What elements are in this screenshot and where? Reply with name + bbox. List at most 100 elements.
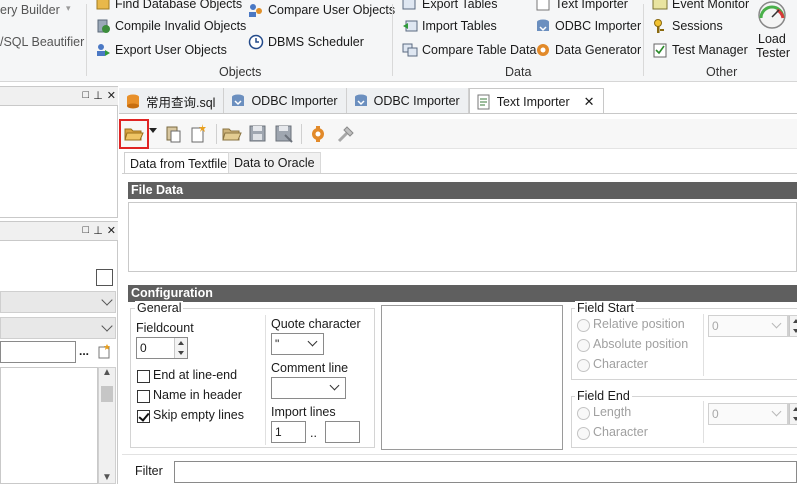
file-data-area[interactable] bbox=[128, 202, 797, 272]
more-button[interactable]: ... bbox=[79, 344, 89, 358]
field-start-divider bbox=[703, 314, 704, 376]
left-panel-filter-input[interactable] bbox=[0, 341, 76, 363]
end-character-label: Character bbox=[593, 425, 648, 439]
save-button[interactable] bbox=[247, 123, 269, 145]
plsql-beautifier-button[interactable]: /SQL Beautifier bbox=[0, 32, 84, 52]
general-column-divider bbox=[265, 315, 266, 445]
general-group-title: General bbox=[135, 301, 184, 315]
test-manager-button[interactable]: Test Manager bbox=[652, 40, 748, 60]
tab-data-from-textfile[interactable]: Data from Textfile bbox=[124, 152, 234, 174]
clock-icon bbox=[248, 34, 264, 50]
tab-label: ODBC Importer bbox=[251, 94, 338, 108]
event-monitor-label: Event Monitor bbox=[672, 0, 750, 11]
left-panel-scrollbar[interactable]: ▲ ▼ bbox=[98, 367, 116, 484]
import-config-button[interactable] bbox=[307, 123, 329, 145]
open-file-button[interactable] bbox=[119, 119, 149, 149]
odbc-importer-icon bbox=[230, 93, 246, 109]
field-end-value-select[interactable]: 0 bbox=[708, 403, 788, 425]
left-panel-combo-1[interactable] bbox=[0, 291, 116, 313]
compare-table-data-button[interactable]: Compare Table Data bbox=[402, 40, 536, 60]
import-lines-to-input[interactable] bbox=[325, 421, 360, 443]
field-list[interactable] bbox=[381, 305, 563, 450]
field-start-spinner[interactable] bbox=[788, 315, 797, 337]
left-panel-content-top bbox=[0, 106, 118, 218]
absolute-position-radio[interactable] bbox=[577, 339, 590, 352]
tab-label: 常用查询.sql bbox=[146, 95, 216, 110]
end-at-line-end-checkbox[interactable] bbox=[137, 370, 150, 383]
field-end-spinner[interactable] bbox=[788, 403, 797, 425]
open-folder-button[interactable] bbox=[221, 123, 243, 145]
skip-empty-lines-checkbox[interactable] bbox=[137, 410, 150, 423]
pin-icon[interactable]: ⊥ bbox=[93, 224, 103, 237]
paste-button[interactable] bbox=[163, 123, 185, 145]
fieldcount-spinner[interactable]: 0 bbox=[136, 337, 188, 359]
end-character-radio[interactable] bbox=[577, 427, 590, 440]
chevron-down-icon: ▾ bbox=[66, 3, 71, 13]
tab-data-to-oracle[interactable]: Data to Oracle bbox=[228, 152, 321, 174]
compile-invalid-objects-button[interactable]: Compile Invalid Objects bbox=[95, 16, 246, 36]
text-importer-icon bbox=[476, 94, 492, 110]
panel-controls: □ ⊥ ✕ bbox=[83, 224, 116, 237]
sessions-icon bbox=[652, 18, 668, 34]
tab-odbc-importer-2[interactable]: ODBC Importer bbox=[346, 88, 469, 114]
comment-line-select[interactable] bbox=[271, 377, 346, 399]
close-icon[interactable]: ✕ bbox=[107, 224, 116, 237]
sessions-label: Sessions bbox=[672, 19, 723, 33]
pin-icon[interactable]: ⊥ bbox=[93, 89, 103, 102]
plsql-beautifier-label: /SQL Beautifier bbox=[0, 35, 85, 49]
restore-icon[interactable]: □ bbox=[83, 224, 90, 237]
scroll-up-icon[interactable]: ▲ bbox=[102, 367, 112, 378]
left-panel-combo-2[interactable] bbox=[0, 317, 116, 339]
chevron-down-icon bbox=[329, 380, 340, 391]
spinner-arrows-icon[interactable] bbox=[789, 316, 797, 336]
query-builder-button[interactable]: ery Builder bbox=[0, 0, 60, 20]
left-panel-checkbox[interactable] bbox=[96, 269, 113, 286]
load-tester-button[interactable]: Load Tester bbox=[752, 0, 792, 62]
text-importer-button[interactable]: Text Importer bbox=[535, 0, 628, 14]
name-in-header-checkbox[interactable] bbox=[137, 390, 150, 403]
query-builder-label: ery Builder bbox=[0, 3, 60, 17]
import-lines-from-input[interactable]: 1 bbox=[271, 421, 306, 443]
compare-user-objects-button[interactable]: Compare User Objects bbox=[248, 0, 395, 20]
spinner-arrows-icon[interactable] bbox=[174, 338, 187, 358]
restore-icon[interactable]: □ bbox=[83, 89, 90, 102]
dropdown-arrow-icon[interactable] bbox=[149, 128, 157, 137]
tab-text-importer[interactable]: Text Importer ✕ bbox=[468, 88, 604, 114]
scroll-down-icon[interactable]: ▼ bbox=[102, 472, 112, 483]
new-button[interactable] bbox=[187, 123, 209, 145]
scrollbar-thumb[interactable] bbox=[101, 386, 113, 402]
toolbar-separator bbox=[301, 124, 302, 144]
tab-odbc-importer-1[interactable]: ODBC Importer bbox=[224, 88, 347, 114]
save-as-button[interactable] bbox=[273, 123, 295, 145]
start-character-radio[interactable] bbox=[577, 359, 590, 372]
find-database-objects-button[interactable]: Find Database Objects bbox=[95, 0, 242, 14]
tool-button[interactable] bbox=[335, 123, 357, 145]
sessions-button[interactable]: Sessions bbox=[652, 16, 723, 36]
tab-sql-file[interactable]: 常用查询.sql bbox=[119, 88, 225, 114]
field-start-value-select[interactable]: 0 bbox=[708, 315, 788, 337]
panel-controls: □ ⊥ ✕ bbox=[83, 89, 116, 102]
filter-input[interactable] bbox=[174, 461, 797, 483]
left-panel-list[interactable] bbox=[0, 367, 98, 484]
export-user-objects-button[interactable]: Export User Objects bbox=[95, 40, 227, 60]
new-item-icon[interactable] bbox=[96, 343, 112, 362]
tab-label: Text Importer bbox=[496, 94, 570, 109]
gauge-icon bbox=[758, 1, 786, 29]
spinner-arrows-icon[interactable] bbox=[789, 404, 797, 424]
odbc-importer-button[interactable]: ODBC Importer bbox=[535, 16, 641, 36]
close-icon[interactable]: ✕ bbox=[107, 89, 116, 102]
length-label: Length bbox=[593, 405, 632, 419]
quote-character-select[interactable]: " bbox=[271, 333, 324, 355]
relative-position-radio[interactable] bbox=[577, 319, 590, 332]
data-generator-button[interactable]: Data Generator bbox=[535, 40, 641, 60]
close-tab-icon[interactable]: ✕ bbox=[584, 94, 595, 110]
odbc-importer-icon bbox=[535, 18, 551, 34]
odbc-importer-label: ODBC Importer bbox=[555, 19, 642, 33]
length-radio[interactable] bbox=[577, 407, 590, 420]
dbms-scheduler-button[interactable]: DBMS Scheduler bbox=[248, 32, 364, 52]
event-monitor-button[interactable]: Event Monitor bbox=[652, 0, 749, 14]
field-start-value: 0 bbox=[712, 319, 719, 333]
import-tables-button[interactable]: Import Tables bbox=[402, 16, 497, 36]
export-tables-button[interactable]: Export Tables bbox=[402, 0, 498, 14]
find-objects-icon bbox=[95, 0, 111, 12]
